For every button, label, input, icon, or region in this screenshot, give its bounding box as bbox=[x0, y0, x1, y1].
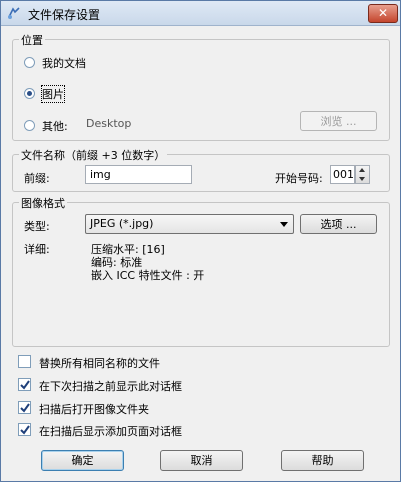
checkbox-open-folder[interactable] bbox=[18, 401, 31, 414]
radio-other[interactable] bbox=[24, 120, 35, 131]
filename-group: 文件名称（前缀 +3 位数字） 前缀: img 开始号码: 001 bbox=[12, 147, 390, 192]
image-format-group: 图像格式 类型: JPEG (*.jpg) 选项 ... 详细: 压缩水平: [… bbox=[12, 195, 390, 347]
checkmark-icon bbox=[20, 403, 30, 413]
close-icon: ✕ bbox=[377, 6, 389, 20]
checkbox-add-page-dialog[interactable] bbox=[18, 423, 31, 436]
scanner-app-icon bbox=[7, 6, 21, 20]
details-label: 详细: bbox=[24, 243, 50, 256]
radio-my-documents-label[interactable]: 我的文档 bbox=[42, 55, 86, 71]
prefix-input[interactable]: img bbox=[85, 165, 192, 184]
cancel-button[interactable]: 取消 bbox=[160, 450, 243, 471]
options-button[interactable]: 选项 ... bbox=[300, 214, 377, 234]
radio-my-documents[interactable] bbox=[24, 57, 35, 68]
start-number-input[interactable]: 001 bbox=[330, 165, 355, 184]
checkbox-add-page-dialog-label[interactable]: 在扫描后显示添加页面对话框 bbox=[39, 423, 182, 439]
close-button[interactable]: ✕ bbox=[368, 4, 398, 23]
radio-other-label[interactable]: 其他: bbox=[42, 118, 68, 134]
location-legend: 位置 bbox=[19, 32, 45, 48]
chevron-down-icon bbox=[280, 222, 288, 227]
detail-icc-profile: 嵌入 ICC 特性文件 : 开 bbox=[91, 269, 205, 282]
type-select[interactable]: JPEG (*.jpg) bbox=[85, 214, 294, 234]
start-number-spinner[interactable] bbox=[355, 165, 370, 184]
checkmark-icon bbox=[20, 425, 30, 435]
checkbox-show-dialog-label[interactable]: 在下次扫描之前显示此对话框 bbox=[39, 378, 182, 394]
location-group: 位置 我的文档 图片 其他: Desktop 浏览 ... bbox=[12, 32, 390, 141]
checkbox-replace-files-label[interactable]: 替换所有相同名称的文件 bbox=[39, 355, 160, 371]
other-path-text: Desktop bbox=[86, 117, 132, 130]
browse-button[interactable]: 浏览 ... bbox=[300, 111, 377, 131]
title-bar: 文件保存设置 ✕ bbox=[1, 1, 400, 26]
filename-legend: 文件名称（前缀 +3 位数字） bbox=[19, 147, 168, 163]
checkbox-show-dialog[interactable] bbox=[18, 378, 31, 391]
checkbox-replace-files[interactable] bbox=[18, 355, 31, 368]
ok-button[interactable]: 确定 bbox=[41, 450, 124, 471]
spin-up-icon[interactable] bbox=[359, 168, 365, 172]
spin-down-icon[interactable] bbox=[359, 177, 365, 181]
checkbox-open-folder-label[interactable]: 扫描后打开图像文件夹 bbox=[39, 401, 149, 417]
type-label: 类型: bbox=[24, 220, 50, 233]
help-button[interactable]: 帮助 bbox=[281, 450, 364, 471]
type-select-value: JPEG (*.jpg) bbox=[90, 217, 154, 230]
file-save-settings-dialog: 文件保存设置 ✕ 位置 我的文档 图片 其他: Desktop 浏览 ... 文… bbox=[0, 0, 401, 482]
window-title: 文件保存设置 bbox=[28, 8, 101, 22]
format-legend: 图像格式 bbox=[19, 195, 67, 211]
radio-pictures-label[interactable]: 图片 bbox=[41, 85, 65, 103]
prefix-label: 前缀: bbox=[24, 172, 50, 185]
start-number-label: 开始号码: bbox=[275, 172, 323, 185]
checkmark-icon bbox=[20, 380, 30, 390]
radio-pictures[interactable] bbox=[24, 88, 35, 99]
